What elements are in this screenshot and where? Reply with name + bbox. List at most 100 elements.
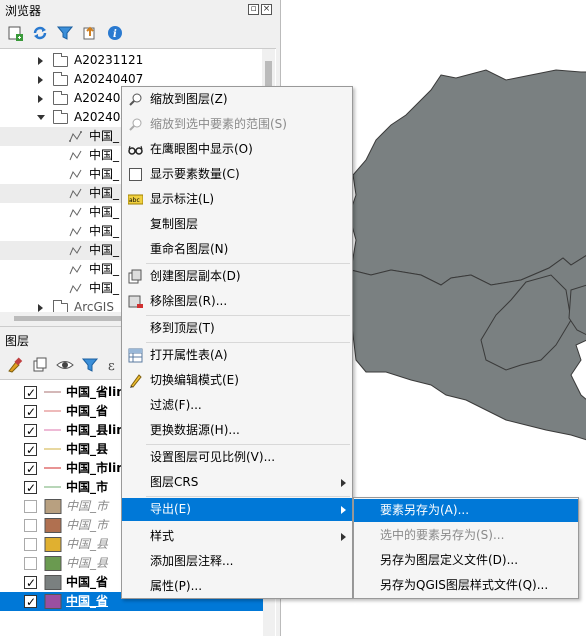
- close-panel-icon[interactable]: ×: [261, 4, 272, 15]
- layer-label: 中国_省: [66, 575, 109, 589]
- menu-item-label: 添加图层注释...: [150, 554, 234, 568]
- hscrollbar-thumb[interactable]: [14, 316, 124, 321]
- menu-item-label: 属性(P)...: [150, 579, 203, 593]
- menu-item-toggle-editing[interactable]: 切换编辑模式(E): [122, 369, 352, 392]
- remove-layer-icon: [128, 294, 143, 309]
- line-symbol-icon: [44, 385, 62, 402]
- tree-item-label: ArcGIS: [74, 300, 114, 312]
- menu-item-change-data-source[interactable]: 更换数据源(H)...: [122, 419, 352, 442]
- layer-visibility-checkbox[interactable]: [24, 441, 37, 459]
- menu-item-zoom-to-selection[interactable]: 缩放到选中要素的范围(S): [122, 113, 352, 136]
- menu-item-remove-layer[interactable]: 移除图层(R)...: [122, 290, 352, 313]
- folder-icon: [53, 53, 68, 67]
- tree-item[interactable]: A20231121: [0, 51, 274, 70]
- line-symbol-icon: [44, 423, 62, 440]
- fill-symbol-icon: [44, 575, 62, 592]
- layer-visibility-checkbox[interactable]: [24, 460, 37, 478]
- menu-item-label: 重命名图层(N): [150, 242, 229, 256]
- menu-item-filter[interactable]: 过滤(F)...: [122, 394, 352, 417]
- layer-visibility-checkbox[interactable]: [24, 557, 37, 570]
- add-selected-layers-icon[interactable]: [6, 24, 24, 42]
- layer-label: 中国_省lin: [66, 385, 125, 399]
- menu-item-copy-layer[interactable]: 复制图层: [122, 213, 352, 236]
- menu-item-label: 显示要素数量(C): [150, 167, 240, 181]
- menu-item-save-features-as[interactable]: 要素另存为(A)...: [354, 499, 578, 522]
- menu-item-label: 另存为图层定义文件(D)...: [380, 553, 519, 567]
- expand-icon[interactable]: [38, 95, 43, 103]
- line-layer-icon: [69, 263, 83, 279]
- menu-item-label: 在鹰眼图中显示(O): [150, 142, 253, 156]
- menu-item-layer-crs[interactable]: 图层CRS: [122, 471, 352, 494]
- layer-visibility-checkbox[interactable]: [24, 500, 37, 513]
- info-icon[interactable]: i: [106, 24, 124, 42]
- layer-visibility-checkbox[interactable]: [24, 384, 37, 402]
- line-symbol-icon: [44, 461, 62, 478]
- refresh-icon[interactable]: [31, 24, 49, 42]
- tree-item-label: A202404: [74, 91, 129, 105]
- menu-separator: [146, 263, 350, 264]
- layer-label: 中国_县: [66, 556, 109, 570]
- collapse-all-icon[interactable]: [81, 24, 99, 42]
- arcgis-icon: [53, 300, 68, 312]
- menu-item-zoom-to-layer[interactable]: 缩放到图层(Z): [122, 88, 352, 111]
- folder-icon: [53, 72, 68, 86]
- layer-visibility-checkbox[interactable]: [24, 593, 37, 611]
- svg-text:abc: abc: [129, 197, 140, 204]
- menu-item-label: 样式: [150, 529, 175, 543]
- line-layer-icon: [69, 244, 83, 260]
- layer-visibility-checkbox[interactable]: [24, 519, 37, 532]
- label-abc-icon: abc: [127, 192, 144, 207]
- collapse-icon[interactable]: [37, 115, 45, 120]
- filter-legend-icon[interactable]: [81, 356, 99, 374]
- layer-label: 中国_市: [66, 480, 109, 494]
- layer-visibility-checkbox[interactable]: [24, 422, 37, 440]
- fill-symbol-icon: [44, 594, 62, 611]
- layer-visibility-checkbox[interactable]: [24, 479, 37, 497]
- menu-item-export[interactable]: 导出(E): [122, 498, 352, 521]
- menu-item-show-in-overview[interactable]: 在鹰眼图中显示(O): [122, 138, 352, 161]
- menu-item-properties[interactable]: 属性(P)...: [122, 575, 352, 598]
- menu-item-save-as-qgis-style[interactable]: 另存为QGIS图层样式文件(Q)...: [354, 574, 578, 597]
- layer-label: 中国_县: [66, 537, 109, 551]
- export-submenu: 要素另存为(A)... 选中的要素另存为(S)... 另存为图层定义文件(D).…: [353, 497, 579, 599]
- layer-visibility-checkbox[interactable]: [24, 574, 37, 592]
- menu-item-show-labels[interactable]: abc 显示标注(L): [122, 188, 352, 211]
- add-group-icon[interactable]: [31, 356, 49, 374]
- expand-icon[interactable]: [38, 304, 43, 312]
- submenu-arrow-icon: [341, 479, 346, 487]
- checkbox-icon[interactable]: [128, 167, 143, 182]
- expand-icon[interactable]: [38, 57, 43, 65]
- layer-label: 中国_省: [66, 404, 109, 418]
- zoom-selection-icon: [128, 117, 143, 132]
- menu-item-styles[interactable]: 样式: [122, 525, 352, 548]
- filter-icon[interactable]: [56, 24, 74, 42]
- line-layer-icon: [69, 168, 83, 184]
- menu-item-label: 更换数据源(H)...: [150, 423, 240, 437]
- zoom-layer-icon: [128, 92, 143, 107]
- menu-item-move-to-top[interactable]: 移到顶层(T): [122, 317, 352, 340]
- fill-symbol-icon: [44, 499, 62, 516]
- layer-visibility-checkbox[interactable]: [24, 403, 37, 421]
- tree-item-label: 中国_: [89, 205, 120, 219]
- menu-item-show-feature-count[interactable]: 显示要素数量(C): [122, 163, 352, 186]
- line-layer-icon: [69, 225, 83, 241]
- menu-item-set-scale-visibility[interactable]: 设置图层可见比例(V)...: [122, 446, 352, 469]
- menu-item-label: 显示标注(L): [150, 192, 215, 206]
- submenu-arrow-icon: [341, 533, 346, 541]
- layer-label: 中国_市: [66, 518, 109, 532]
- menu-item-save-selected-features-as[interactable]: 选中的要素另存为(S)...: [354, 524, 578, 547]
- menu-item-label: 创建图层副本(D): [150, 269, 241, 283]
- float-panel-icon[interactable]: ▫: [248, 4, 259, 15]
- visibility-eye-icon[interactable]: [56, 356, 74, 374]
- line-layer-icon: [69, 149, 83, 165]
- menu-item-label: 打开属性表(A): [150, 348, 228, 362]
- style-manager-icon[interactable]: [6, 356, 24, 374]
- menu-item-add-layer-notes[interactable]: 添加图层注释...: [122, 550, 352, 573]
- expand-icon[interactable]: [38, 76, 43, 84]
- menu-item-rename-layer[interactable]: 重命名图层(N): [122, 238, 352, 261]
- menu-item-duplicate-layer[interactable]: 创建图层副本(D): [122, 265, 352, 288]
- menu-item-open-attribute-table[interactable]: 打开属性表(A): [122, 344, 352, 367]
- layer-visibility-checkbox[interactable]: [24, 538, 37, 551]
- menu-item-save-as-layer-definition[interactable]: 另存为图层定义文件(D)...: [354, 549, 578, 572]
- tree-item-label: 中国_: [89, 262, 120, 276]
